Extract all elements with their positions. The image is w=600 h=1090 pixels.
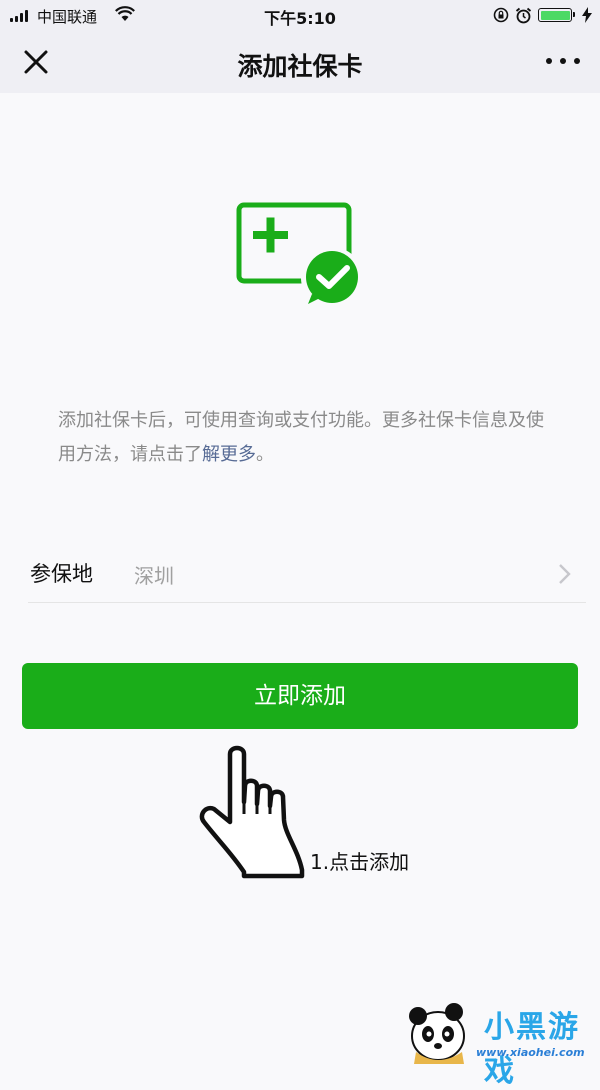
status-bar: 中国联通 下午5:10 xyxy=(0,0,600,30)
watermark-url: www.xiaohei.com xyxy=(476,1046,585,1059)
charging-icon xyxy=(582,7,592,23)
battery-icon xyxy=(538,8,575,22)
more-icon[interactable] xyxy=(546,52,580,70)
annotation-label: 1.点击添加 xyxy=(310,850,410,874)
hand-pointer-icon xyxy=(199,745,305,879)
nav-bar: 添加社保卡 xyxy=(0,30,600,93)
chevron-right-icon xyxy=(559,564,571,584)
intro-end: 。 xyxy=(256,444,274,465)
field-value: 深圳 xyxy=(134,564,174,588)
field-label: 参保地 xyxy=(30,562,93,586)
intro-body: 添加社保卡后，可使用查询或支付功能。更多社保卡信息及使用方法，请点击了 xyxy=(58,410,544,465)
intro-text: 添加社保卡后，可使用查询或支付功能。更多社保卡信息及使用方法，请点击了解更多。 xyxy=(58,404,548,472)
alarm-icon xyxy=(515,7,532,23)
insurance-location-row[interactable]: 参保地 深圳 xyxy=(28,548,586,603)
status-right-icons xyxy=(493,6,592,24)
learn-more-link[interactable]: 解更多 xyxy=(202,444,256,465)
social-card-icon xyxy=(236,202,363,308)
page-title: 添加社保卡 xyxy=(237,52,363,81)
lock-rotation-icon xyxy=(493,7,509,23)
add-now-button[interactable]: 立即添加 xyxy=(22,663,578,729)
